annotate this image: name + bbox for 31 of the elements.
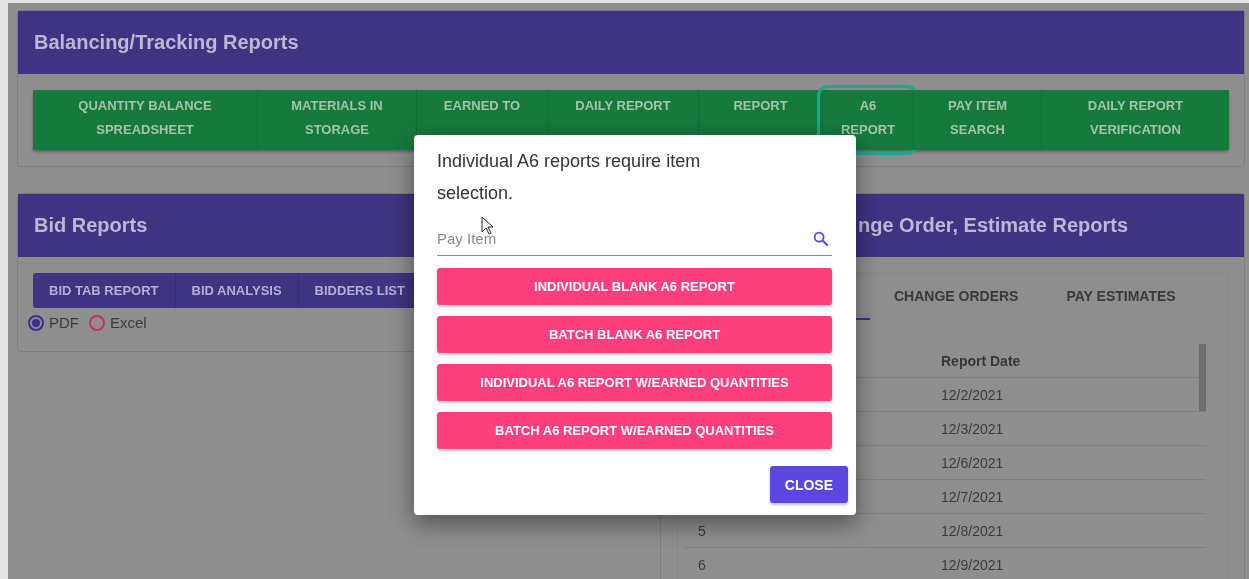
scrollbar[interactable]: [1199, 344, 1206, 411]
format-radio[interactable]: PDF: [28, 314, 79, 331]
report-button[interactable]: INDIVIDUAL BLANK A6 REPORT: [437, 268, 832, 305]
close-button[interactable]: CLOSE: [769, 466, 848, 503]
tab[interactable]: CHANGE ORDERS: [870, 274, 1043, 320]
table-cell-text: 12/7/2021: [941, 488, 1005, 505]
table-cell-text: 12/3/2021: [941, 420, 1005, 437]
report-button[interactable]: INDIVIDUAL A6 REPORT W/EARNED QUANTITIES: [437, 364, 832, 401]
report-button[interactable]: PAY ITEM SEARCH: [913, 90, 1041, 150]
dialog-message: Individual A6 reports require item selection.: [437, 150, 702, 205]
report-button[interactable]: BATCH BLANK A6 REPORT: [437, 316, 832, 353]
report-button[interactable]: MATERIALS IN STORAGE: [257, 90, 416, 150]
report-button[interactable]: BATCH A6 REPORT W/EARNED QUANTITIES: [437, 412, 832, 449]
tab[interactable]: PAY ESTIMATES: [1042, 274, 1200, 320]
search-icon[interactable]: [812, 230, 830, 248]
table-cell-text: 12/6/2021: [941, 454, 1005, 471]
table-cell-text: 5: [697, 522, 707, 539]
table-cell-text: 12/9/2021: [941, 556, 1005, 573]
panel-title: nge Order, Estimate Reports: [858, 214, 1129, 237]
report-button[interactable]: DAILY REPORT VERIFICATION: [1041, 90, 1229, 150]
panel-title: Balancing/Tracking Reports: [34, 31, 299, 54]
cursor-icon: [481, 216, 493, 235]
table-cell-text: 12/2/2021: [941, 386, 1005, 403]
table-cell-text: 6: [697, 556, 707, 573]
column-header: Report Date: [941, 352, 1022, 369]
report-button[interactable]: BID ANALYSIS: [174, 273, 298, 308]
report-button[interactable]: BID TAB REPORT: [33, 273, 175, 308]
panel-title: Bid Reports: [34, 214, 148, 237]
format-radio[interactable]: Excel: [89, 314, 147, 331]
table-cell-text: 12/8/2021: [941, 522, 1005, 539]
report-button[interactable]: QUANTITY BALANCE SPREADSHEET: [33, 90, 257, 150]
